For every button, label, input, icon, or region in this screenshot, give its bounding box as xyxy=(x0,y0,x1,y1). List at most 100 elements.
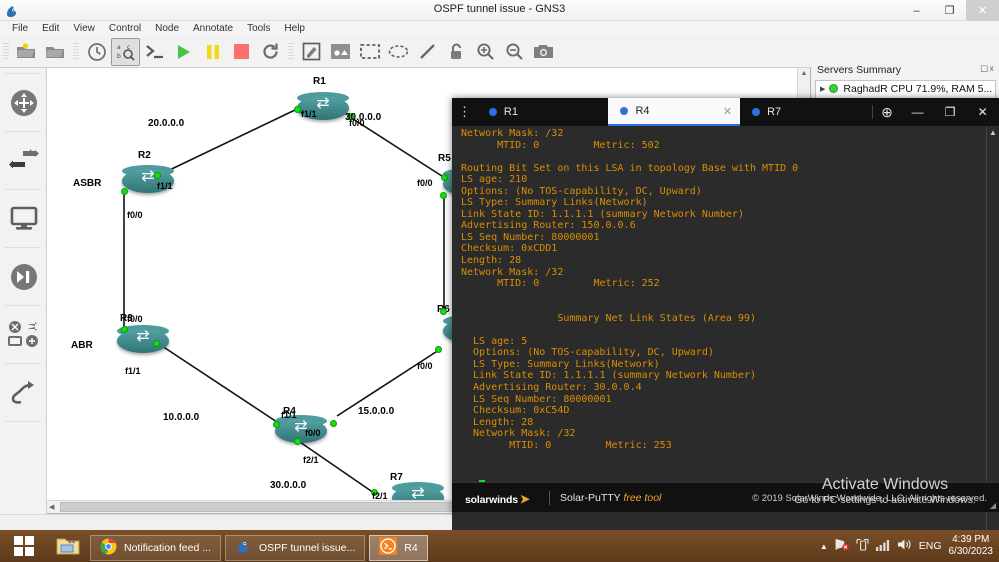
link-status-dot xyxy=(121,326,128,333)
screenshot-search-icon[interactable]: a c b xyxy=(111,37,140,66)
servers-summary-header: Servers Summary ☐☓ xyxy=(812,62,999,78)
zoom-out-icon[interactable] xyxy=(500,38,529,66)
interface-label: f1/1 xyxy=(125,366,141,376)
taskbar-item-r4[interactable]: R4 xyxy=(369,534,428,561)
file-explorer-icon[interactable] xyxy=(48,530,88,562)
server-row[interactable]: ▶ RaghadR CPU 71.9%, RAM 5... xyxy=(816,81,995,96)
interface-label: f0/0 xyxy=(305,428,321,438)
menu-edit[interactable]: Edit xyxy=(35,21,66,36)
tab-r4[interactable]: R4 ✕ xyxy=(608,98,741,126)
browse-end-devices-icon[interactable] xyxy=(0,195,47,242)
plus-circle-icon[interactable]: ⊕ xyxy=(873,98,902,126)
language-indicator[interactable]: ENG xyxy=(919,540,942,552)
console-icon[interactable] xyxy=(140,38,169,66)
router-label-r2: R2 xyxy=(138,150,151,161)
dock-divider xyxy=(5,421,41,422)
menu-help[interactable]: Help xyxy=(277,21,312,36)
volume-icon[interactable] xyxy=(897,538,912,554)
scroll-up-arrow[interactable]: ▲ xyxy=(798,70,810,77)
terminal-scroll-up-icon[interactable]: ▲ xyxy=(987,128,999,137)
reload-all-icon[interactable] xyxy=(256,38,285,66)
menu-view[interactable]: View xyxy=(66,21,102,36)
svg-text:b: b xyxy=(117,53,121,60)
start-all-icon[interactable] xyxy=(169,38,198,66)
signal-bars-icon[interactable] xyxy=(875,539,890,554)
browse-routers-icon[interactable] xyxy=(0,137,47,184)
tab-r7[interactable]: R7 xyxy=(740,98,872,126)
tab-r1[interactable]: R1 xyxy=(476,98,609,126)
menu-tools[interactable]: Tools xyxy=(240,21,277,36)
toolbar-separator xyxy=(73,42,79,61)
menu-annotate[interactable]: Annotate xyxy=(186,21,240,36)
network-error-icon[interactable] xyxy=(835,538,849,554)
gns3-icon xyxy=(235,538,252,558)
menu-node[interactable]: Node xyxy=(148,21,186,36)
solarwinds-arrow-icon: ➤ xyxy=(519,492,530,506)
browse-all-devices-icon[interactable] xyxy=(0,79,47,126)
interface-label: f2/1 xyxy=(303,455,319,465)
taskbar-item-chrome[interactable]: Notification feed ... xyxy=(90,534,221,561)
dock-divider xyxy=(5,131,41,132)
recent-projects-clock-icon[interactable] xyxy=(82,38,111,66)
kebab-menu-icon[interactable]: ⋮ xyxy=(452,98,477,126)
draw-line-icon[interactable] xyxy=(413,38,442,66)
solarwinds-logo: solarwinds ➤ xyxy=(465,492,530,506)
panel-window-buttons[interactable]: ☐☓ xyxy=(980,64,995,75)
resize-grip-icon[interactable]: ◢ xyxy=(990,501,996,510)
taskbar-item-label: R4 xyxy=(404,541,418,554)
add-note-icon[interactable] xyxy=(297,38,326,66)
add-link-icon[interactable] xyxy=(0,369,47,416)
browse-security-devices-icon[interactable] xyxy=(0,311,47,358)
session-status-dot-icon xyxy=(752,108,761,116)
lock-items-icon[interactable] xyxy=(442,38,471,66)
link-status-dot xyxy=(294,106,301,113)
taskbar-items: Notification feed ... OSPF tunnel issue.… xyxy=(0,530,430,562)
dock-divider xyxy=(5,363,41,364)
expand-arrow-icon[interactable]: ▶ xyxy=(820,85,825,93)
network-label: 15.0.0.0 xyxy=(358,406,395,417)
close-tab-icon[interactable]: ✕ xyxy=(723,105,732,118)
tab-label: R4 xyxy=(635,105,650,117)
dock-divider xyxy=(5,305,41,306)
show-hidden-icons-icon[interactable]: ▲ xyxy=(820,542,828,551)
svg-text:a: a xyxy=(117,44,121,51)
link-status-dot xyxy=(440,308,447,315)
take-screenshot-icon[interactable] xyxy=(529,38,558,66)
router-r2[interactable]: ⇄ xyxy=(122,163,174,197)
interface-label: f1/1 xyxy=(157,181,173,191)
windows-start-icon[interactable] xyxy=(0,530,48,562)
router-role-asbr: ASBR xyxy=(73,178,102,189)
network-label: 30.0.0.0 xyxy=(270,480,307,491)
putty-maximize-button[interactable]: ❐ xyxy=(934,98,967,126)
toolbar-separator xyxy=(3,42,9,61)
zoom-in-icon[interactable] xyxy=(471,38,500,66)
scroll-left-arrow[interactable]: ◀ xyxy=(49,503,54,511)
pause-all-icon[interactable] xyxy=(198,38,227,66)
taskbar-item-gns3[interactable]: OSPF tunnel issue... xyxy=(224,534,366,561)
server-status-led-icon xyxy=(829,84,839,93)
device-dock xyxy=(0,68,47,514)
menu-control[interactable]: Control xyxy=(102,21,148,36)
draw-rectangle-icon[interactable] xyxy=(355,38,384,66)
taskbar-clock[interactable]: 4:39 PM 6/30/2023 xyxy=(949,534,994,558)
link-status-dot xyxy=(441,174,448,181)
insert-image-icon[interactable] xyxy=(326,38,355,66)
draw-ellipse-icon[interactable] xyxy=(384,38,413,66)
dock-divider xyxy=(5,73,41,74)
putty-minimize-button[interactable]: — xyxy=(901,98,934,126)
close-button[interactable]: ✕ xyxy=(966,0,999,21)
action-center-icon[interactable] xyxy=(856,538,869,554)
new-project-icon[interactable] xyxy=(12,38,41,66)
browse-switches-icon[interactable] xyxy=(0,253,47,300)
maximize-button[interactable]: ❐ xyxy=(933,0,966,21)
toolbar-separator xyxy=(288,42,294,61)
stop-all-icon[interactable] xyxy=(227,38,256,66)
menu-file[interactable]: File xyxy=(5,21,35,36)
product-name: Solar-PuTTY free tool xyxy=(560,492,661,504)
dock-divider xyxy=(5,189,41,190)
link-status-dot xyxy=(435,346,442,353)
minimize-button[interactable]: – xyxy=(900,0,933,21)
open-project-icon[interactable] xyxy=(41,38,70,66)
tab-label: R1 xyxy=(503,106,518,118)
putty-close-button[interactable]: ✕ xyxy=(966,98,999,126)
